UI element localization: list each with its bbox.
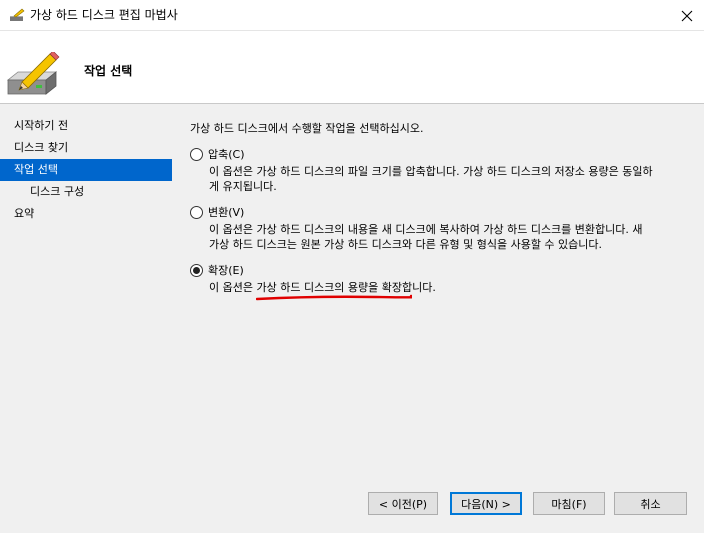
finish-button[interactable]: 마침(F) xyxy=(533,492,605,515)
close-button[interactable] xyxy=(670,0,704,31)
disk-edit-icon xyxy=(10,8,25,21)
radio-selected-dot xyxy=(193,266,200,274)
disk-pencil-icon xyxy=(6,52,60,95)
next-button[interactable]: 다음(N) > xyxy=(450,492,522,515)
sidebar-item-choose-action[interactable]: 작업 선택 xyxy=(0,159,172,181)
wizard-steps: 시작하기 전 디스크 찾기 작업 선택 디스크 구성 요약 xyxy=(0,115,172,225)
option-compact: 압축(C) 이 옵션은 가상 하드 디스크의 파일 크기를 압축합니다. 가상 … xyxy=(190,146,690,194)
option-expand: 확장(E) 이 옵션은 가상 하드 디스크의 용량을 확장합니다. xyxy=(190,262,690,295)
compact-radio[interactable] xyxy=(190,147,203,161)
highlight-underline xyxy=(256,294,412,301)
sidebar-item-configure-disk[interactable]: 디스크 구성 xyxy=(0,181,172,203)
convert-label[interactable]: 변환(V) xyxy=(208,204,244,220)
page-title: 작업 선택 xyxy=(84,64,133,78)
cancel-button[interactable]: 취소 xyxy=(614,492,687,515)
title-bar: 가상 하드 디스크 편집 마법사 xyxy=(0,0,704,31)
compact-desc-line1: 이 옵션은 가상 하드 디스크의 파일 크기를 압축합니다. 가상 하드 디스크… xyxy=(209,165,653,178)
expand-label[interactable]: 확장(E) xyxy=(208,262,244,278)
sidebar-item-summary[interactable]: 요약 xyxy=(0,203,172,225)
window-title: 가상 하드 디스크 편집 마법사 xyxy=(30,8,178,22)
previous-button[interactable]: < 이전(P) xyxy=(368,492,438,515)
compact-description: 이 옵션은 가상 하드 디스크의 파일 크기를 압축합니다. 가상 하드 디스크… xyxy=(209,164,691,194)
sidebar-item-before-you-begin[interactable]: 시작하기 전 xyxy=(0,115,172,137)
convert-desc-line2: 가상 하드 디스크는 원본 가상 하드 디스크와 다른 유형 및 형식을 사용할… xyxy=(209,238,603,251)
compact-label[interactable]: 압축(C) xyxy=(208,146,245,162)
expand-radio[interactable] xyxy=(190,263,203,277)
convert-radio[interactable] xyxy=(190,205,203,219)
option-convert: 변환(V) 이 옵션은 가상 하드 디스크의 내용을 새 디스크에 복사하여 가… xyxy=(190,204,690,252)
convert-desc-line1: 이 옵션은 가상 하드 디스크의 내용을 새 디스크에 복사하여 가상 하드 디… xyxy=(209,223,643,236)
sidebar-item-locate-disk[interactable]: 디스크 찾기 xyxy=(0,137,172,159)
compact-desc-line2: 게 유지됩니다. xyxy=(209,180,277,193)
wizard-header: 작업 선택 xyxy=(0,31,704,104)
convert-description: 이 옵션은 가상 하드 디스크의 내용을 새 디스크에 복사하여 가상 하드 디… xyxy=(209,222,691,252)
instruction-text: 가상 하드 디스크에서 수행할 작업을 선택하십시오. xyxy=(190,122,424,135)
close-icon xyxy=(681,10,693,21)
